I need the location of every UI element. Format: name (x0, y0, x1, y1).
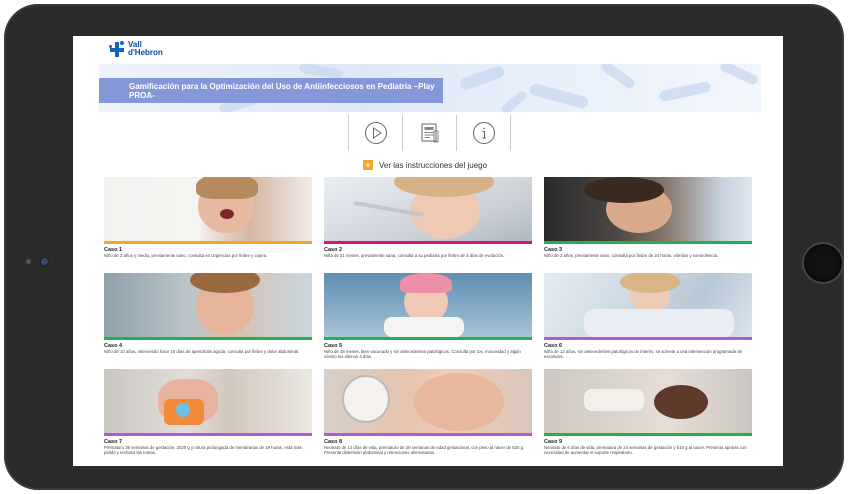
case-description: Neonato de 14 días de vida, prematuro de… (324, 445, 525, 456)
case-description: Niña de 21 meses, previamente sana, cons… (324, 253, 505, 258)
play-button[interactable] (348, 115, 402, 151)
case-image (324, 273, 532, 337)
case-description: Neonato de 6 días de vida, prematura de … (544, 445, 747, 456)
case-color-bar (324, 433, 532, 436)
home-button[interactable] (804, 244, 842, 282)
case-image (544, 273, 752, 337)
toolbar (348, 115, 511, 151)
case-description: Niño de 18 meses, bien vacunado y sin an… (324, 349, 521, 360)
instructions-label: Ver las instrucciones del juego (379, 160, 488, 170)
header-banner: Gamificación para la Optimización del Us… (99, 64, 761, 112)
info-icon (472, 122, 495, 144)
case-description: Niña de 12 años, sin antecedentes patoló… (544, 349, 743, 360)
case-image (544, 369, 752, 433)
instructions-link[interactable]: + Ver las instrucciones del juego (363, 160, 487, 170)
case-image (324, 369, 532, 433)
case-description: Niño de 3 años, previamente sano, consul… (544, 253, 719, 258)
screen: Vall d'Hebron Gamificación para la Optim… (73, 36, 783, 466)
camera-lens (41, 258, 48, 265)
cross-logo-icon (109, 40, 125, 58)
info-button[interactable] (456, 115, 511, 151)
page-title: Gamificación para la Optimización del Us… (99, 78, 443, 103)
case-image (544, 177, 752, 241)
plus-icon: + (363, 160, 373, 170)
case-image (324, 177, 532, 241)
document-button[interactable] (402, 115, 456, 151)
camera-dot (26, 259, 31, 264)
case-color-bar (544, 241, 752, 244)
logo-line2: d'Hebron (128, 48, 163, 57)
case-description: Niño de 3 años y medio, previamente sano… (104, 253, 268, 258)
document-icon (421, 123, 438, 143)
case-color-bar (324, 337, 532, 340)
case-color-bar (104, 241, 312, 244)
case-color-bar (544, 433, 752, 436)
play-icon (364, 122, 387, 144)
case-color-bar (104, 433, 312, 436)
top-bar: Vall d'Hebron (73, 36, 783, 62)
case-image (104, 369, 312, 433)
case-color-bar (324, 241, 532, 244)
case-description: Prematuro 36 semanas de gestación, 2020 … (104, 445, 302, 456)
case-description: Niño de 10 años, intervenido hace 10 día… (104, 349, 300, 354)
case-image (104, 273, 312, 337)
vall-dhebron-logo[interactable]: Vall d'Hebron (109, 40, 163, 58)
case-color-bar (104, 337, 312, 340)
case-image (104, 177, 312, 241)
case-color-bar (544, 337, 752, 340)
